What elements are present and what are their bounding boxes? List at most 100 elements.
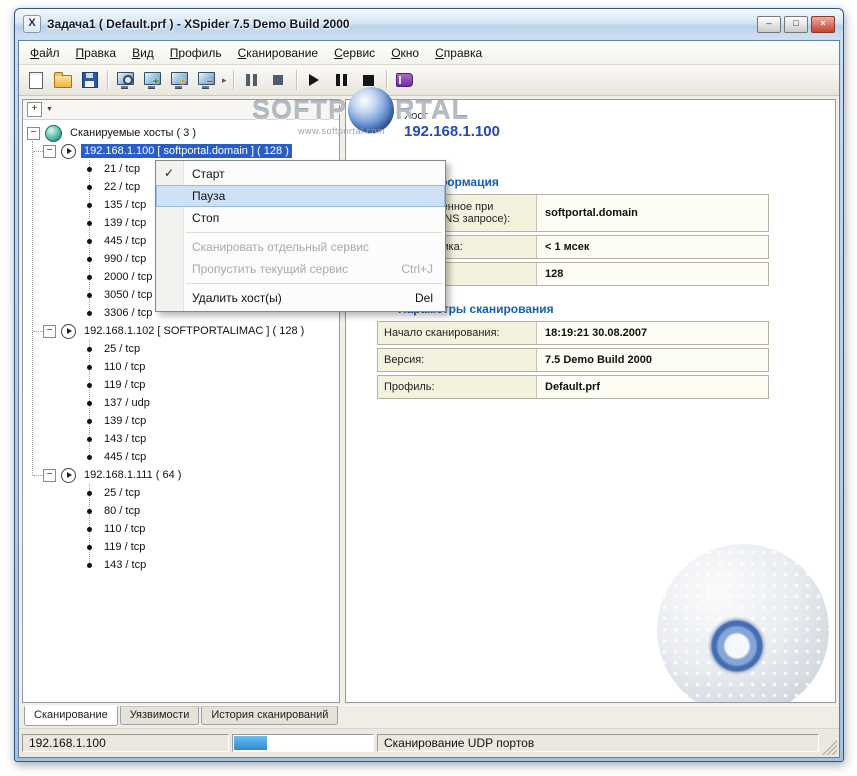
pause-scan-button[interactable]	[329, 68, 354, 92]
title-bar[interactable]: Задача1 ( Default.prf ) - XSpider 7.5 De…	[15, 9, 843, 39]
screen: Задача1 ( Default.prf ) - XSpider 7.5 De…	[0, 0, 857, 776]
menu-item-service[interactable]: Сервис	[326, 43, 383, 63]
stop-icon	[273, 75, 284, 85]
menu-separator	[186, 232, 442, 233]
start-scan-button[interactable]	[302, 68, 327, 92]
status-host-panel: 192.168.1.100	[22, 734, 229, 752]
new-document-icon	[28, 71, 43, 89]
plus-badge-icon	[180, 78, 186, 87]
host-caption: Хост	[404, 110, 428, 122]
toolbar-separator	[232, 70, 234, 90]
pause-all-button[interactable]	[239, 68, 264, 92]
port-dot-icon	[87, 544, 92, 550]
save-task-button[interactable]	[77, 68, 102, 92]
menu-item-help[interactable]: Справка	[427, 43, 490, 63]
menu-item-scanning[interactable]: Сканирование	[230, 43, 326, 63]
collapse-box-icon[interactable]	[27, 126, 40, 140]
stop-all-button[interactable]	[266, 68, 291, 92]
port-dot-icon	[87, 184, 92, 190]
maximize-button[interactable]	[784, 15, 808, 33]
collapse-box-icon[interactable]	[43, 144, 56, 158]
context-menu-item-delete-host[interactable]: Удалить хост(ы) Del	[156, 287, 445, 309]
minimize-button[interactable]	[757, 15, 781, 33]
help-book-button[interactable]	[392, 68, 417, 92]
tree-port-item[interactable]: 445 / tcp	[23, 448, 339, 466]
port-dot-icon	[87, 364, 92, 370]
tab-scanning[interactable]: Сканирование	[24, 706, 118, 726]
host-icon	[61, 467, 76, 483]
tab-scan-history[interactable]: История сканирований	[201, 706, 339, 725]
stop-scan-button[interactable]	[356, 68, 381, 92]
add-host-button[interactable]	[140, 68, 165, 92]
open-task-button[interactable]	[50, 68, 75, 92]
selected-host-label: 192.168.1.100 [ softportal.domain ] ( 12…	[81, 144, 292, 158]
app-window: Задача1 ( Default.prf ) - XSpider 7.5 De…	[14, 8, 844, 762]
tree-port-item[interactable]: 137 / udp	[23, 394, 339, 412]
table-row: Начало сканирования: 18:19:21 30.08.2007	[377, 321, 769, 345]
tree-port-item[interactable]: 25 / tcp	[23, 340, 339, 358]
port-dot-icon	[87, 418, 92, 424]
scan-params-table: Начало сканирования: 18:19:21 30.08.2007…	[377, 321, 769, 399]
host-context-menu: Старт Пауза Стоп Сканировать отдельный с…	[155, 160, 446, 312]
progress-fill	[234, 736, 268, 750]
port-dot-icon	[87, 166, 92, 172]
pause-icon	[245, 74, 257, 86]
resize-grip[interactable]	[822, 737, 837, 755]
tree-host-item[interactable]: 192.168.1.100 [ softportal.domain ] ( 12…	[23, 142, 339, 160]
port-dot-icon	[87, 292, 92, 298]
tree-port-item[interactable]: 110 / tcp	[23, 358, 339, 376]
menu-item-file[interactable]: Файл	[22, 43, 68, 63]
port-dot-icon	[87, 562, 92, 568]
collapse-box-icon[interactable]	[43, 468, 56, 482]
chevron-down-icon[interactable]	[46, 106, 53, 113]
host-ip: 192.168.1.100	[404, 123, 500, 140]
context-menu-item-pause[interactable]: Пауза	[156, 185, 445, 207]
tree-host-item[interactable]: 192.168.1.111 ( 64 )	[23, 466, 339, 484]
menu-bar: Файл Правка Вид Профиль Сканирование Сер…	[19, 41, 839, 65]
tree-root-item[interactable]: Сканируемые хосты ( 3 )	[23, 124, 339, 142]
port-dot-icon	[87, 238, 92, 244]
table-row: Версия: 7.5 Demo Build 2000	[377, 348, 769, 372]
port-dot-icon	[87, 346, 92, 352]
tab-vulnerabilities[interactable]: Уязвимости	[119, 706, 200, 725]
app-icon	[23, 15, 41, 33]
collapse-box-icon[interactable]	[43, 324, 56, 338]
port-dot-icon	[87, 220, 92, 226]
tree-port-item[interactable]: 25 / tcp	[23, 484, 339, 502]
tree-port-item[interactable]: 80 / tcp	[23, 502, 339, 520]
tree-port-item[interactable]: 139 / tcp	[23, 412, 339, 430]
host-icon	[61, 323, 76, 339]
check-host-button[interactable]	[113, 68, 138, 92]
expand-all-button[interactable]	[27, 102, 42, 117]
menu-item-view[interactable]: Вид	[124, 43, 162, 63]
toolbar-separator	[295, 70, 297, 90]
toolbar-overflow-chevron-icon[interactable]	[221, 75, 228, 86]
tree-port-item[interactable]: 143 / tcp	[23, 430, 339, 448]
port-dot-icon	[87, 400, 92, 406]
tree-port-item[interactable]: 110 / tcp	[23, 520, 339, 538]
menu-item-window[interactable]: Окно	[383, 43, 427, 63]
add-host-range-button[interactable]	[167, 68, 192, 92]
context-menu-item-scan-single-service[interactable]: Сканировать отдельный сервис	[156, 236, 445, 258]
menu-item-profile[interactable]: Профиль	[162, 43, 230, 63]
new-task-button[interactable]	[23, 68, 48, 92]
close-button[interactable]	[811, 15, 835, 33]
status-progress-panel	[232, 734, 374, 752]
toolbar-separator	[107, 70, 108, 90]
remove-host-button[interactable]	[194, 68, 219, 92]
menu-item-edit[interactable]: Правка	[68, 43, 125, 63]
context-menu-item-start[interactable]: Старт	[156, 163, 445, 185]
context-menu-item-skip-current-service[interactable]: Пропустить текущий сервис Ctrl+J	[156, 258, 445, 280]
check-host-icon	[117, 71, 134, 88]
tree-port-item[interactable]: 143 / tcp	[23, 556, 339, 574]
watermark-sphere-graphic	[657, 544, 829, 702]
tree-port-item[interactable]: 119 / tcp	[23, 376, 339, 394]
shortcut-label: Ctrl+J	[401, 262, 433, 276]
minus-badge-icon	[207, 78, 213, 87]
tree-port-item[interactable]: 119 / tcp	[23, 538, 339, 556]
port-dot-icon	[87, 256, 92, 262]
tree-host-item[interactable]: 192.168.1.102 [ SOFTPORTALIMAC ] ( 128 )	[23, 322, 339, 340]
bottom-tab-bar: Сканирование Уязвимости История сканиров…	[19, 705, 839, 728]
plus-badge-icon	[153, 78, 159, 87]
context-menu-item-stop[interactable]: Стоп	[156, 207, 445, 229]
